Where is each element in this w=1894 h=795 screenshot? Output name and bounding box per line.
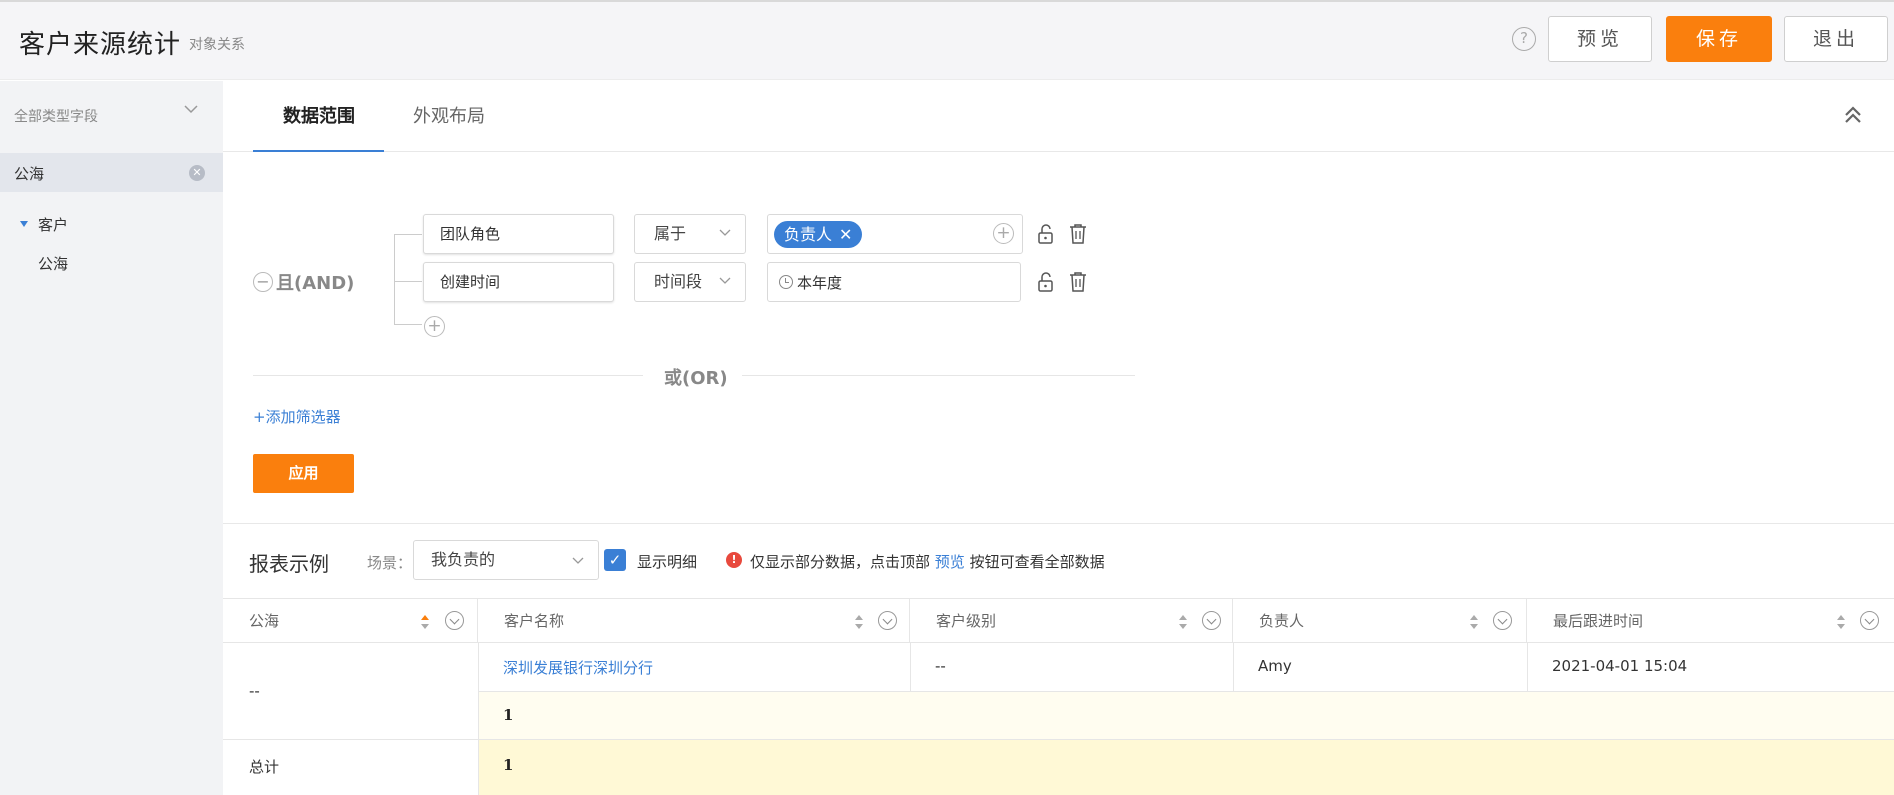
chevron-down-icon (719, 277, 731, 284)
column-menu-icon[interactable] (445, 611, 464, 630)
scene-label: 场景： (367, 554, 413, 572)
warning-icon: ! (726, 552, 742, 568)
sort-icon[interactable] (854, 614, 864, 630)
preview-button[interactable]: 预览 (1548, 16, 1652, 62)
notice-suffix: 按钮可查看全部数据 (969, 553, 1105, 571)
condition-value-input[interactable]: 本年度 (767, 262, 1021, 302)
column-header-public-pool[interactable]: 公海 (223, 598, 478, 643)
value-tag-label: 负责人 (784, 225, 833, 244)
total-row (478, 739, 1894, 795)
condition-field-select[interactable]: 创建时间 (423, 262, 614, 302)
remove-field-icon[interactable]: ✕ (189, 165, 205, 181)
tab-appearance-layout[interactable]: 外观布局 (413, 102, 485, 128)
sort-icon[interactable] (1836, 614, 1846, 630)
tabs-divider (223, 151, 1894, 152)
column-menu-icon[interactable] (1493, 611, 1512, 630)
sort-icon[interactable] (420, 614, 430, 630)
show-detail-checkbox[interactable]: ✓ (604, 549, 626, 571)
condition-operator-label: 属于 (654, 224, 687, 243)
column-menu-icon[interactable] (1860, 611, 1879, 630)
active-tab-indicator (253, 150, 384, 152)
sort-icon[interactable] (1469, 614, 1479, 630)
group-bracket-mid (394, 281, 422, 282)
total-value: 1 (503, 756, 514, 774)
apply-button[interactable]: 应用 (253, 454, 354, 493)
subtotal-value: 1 (503, 706, 514, 724)
trash-icon[interactable] (1068, 271, 1088, 293)
tree-node-public-pool[interactable]: 公海 (38, 253, 68, 274)
owner-cell: Amy (1258, 657, 1292, 675)
page-subtitle: 对象关系 (189, 37, 245, 53)
section-divider (223, 523, 1894, 524)
trash-icon[interactable] (1068, 223, 1088, 245)
exit-button[interactable]: 退出 (1784, 16, 1888, 62)
col-divider (910, 643, 911, 691)
tab-data-range[interactable]: 数据范围 (283, 102, 355, 128)
or-label: 或(OR) (664, 368, 728, 389)
column-header-last-follow[interactable]: 最后跟进时间 (1527, 598, 1894, 643)
column-header-label: 最后跟进时间 (1553, 612, 1644, 630)
report-title: 报表示例 (249, 552, 329, 576)
selected-field-label: 公海 (14, 165, 45, 183)
subtotal-row (478, 691, 1894, 739)
col-divider (478, 643, 479, 795)
condition-field-select[interactable]: 团队角色 (423, 214, 614, 254)
condition-value-input[interactable]: 负责人 ✕ + (767, 214, 1023, 254)
scene-select-value: 我负责的 (431, 550, 496, 569)
or-divider-right (742, 375, 1135, 376)
report-table: 公海 客户名称 客户级别 负责人 最后跟进时间 -- 深圳发展银行深圳分行 --… (223, 598, 1894, 795)
add-filter-link[interactable]: +添加筛选器 (253, 406, 341, 427)
add-value-icon[interactable]: + (993, 223, 1014, 244)
sort-icon[interactable] (1178, 614, 1188, 630)
condition-operator-select[interactable]: 属于 (634, 214, 746, 254)
row-divider (223, 739, 1894, 740)
or-divider-left (253, 375, 643, 376)
and-group-label: 且(AND) (276, 273, 355, 294)
chevron-down-icon (572, 557, 584, 564)
clock-icon (779, 275, 793, 289)
scene-select[interactable]: 我负责的 (413, 540, 599, 580)
customer-name-link[interactable]: 深圳发展银行深圳分行 (503, 657, 653, 678)
total-label: 总计 (249, 758, 280, 776)
chevron-down-icon (719, 229, 731, 236)
customer-level-cell: -- (935, 657, 946, 675)
row-divider (478, 691, 1894, 692)
field-type-select-label[interactable]: 全部类型字段 (14, 106, 98, 126)
column-header-customer-level[interactable]: 客户级别 (910, 598, 1233, 643)
double-chevron-up-icon[interactable] (1842, 104, 1864, 126)
show-detail-label[interactable]: 显示明细 (637, 551, 697, 572)
unlock-icon[interactable] (1036, 271, 1056, 293)
group-bracket (394, 234, 422, 325)
group-cell: -- (249, 682, 260, 700)
last-follow-cell: 2021-04-01 15:04 (1552, 657, 1688, 675)
help-icon[interactable]: ? (1512, 27, 1536, 51)
tree-node-customer[interactable]: 客户 (38, 214, 68, 235)
notice-prefix: 仅显示部分数据，点击顶部 (750, 553, 931, 571)
column-header-owner[interactable]: 负责人 (1233, 598, 1527, 643)
column-menu-icon[interactable] (878, 611, 897, 630)
value-tag: 负责人 ✕ (774, 221, 863, 248)
column-header-customer-name[interactable]: 客户名称 (478, 598, 910, 643)
remove-tag-icon[interactable]: ✕ (839, 225, 852, 244)
preview-notice: 仅显示部分数据，点击顶部 预览 按钮可查看全部数据 (750, 551, 1105, 572)
notice-preview-link[interactable]: 预览 (935, 553, 965, 571)
unlock-icon[interactable] (1036, 223, 1056, 245)
column-header-label: 公海 (249, 612, 280, 630)
chevron-down-icon[interactable] (184, 102, 198, 116)
condition-operator-select[interactable]: 时间段 (634, 262, 746, 302)
col-divider (1233, 643, 1234, 691)
col-divider (1527, 643, 1528, 691)
condition-operator-label: 时间段 (654, 272, 703, 291)
column-header-label: 客户级别 (936, 612, 997, 630)
caret-down-icon[interactable] (20, 221, 28, 227)
remove-group-icon[interactable]: − (253, 272, 273, 292)
save-button[interactable]: 保存 (1666, 16, 1772, 62)
column-header-label: 负责人 (1259, 612, 1305, 630)
add-condition-icon[interactable]: + (424, 316, 445, 337)
column-menu-icon[interactable] (1202, 611, 1221, 630)
page-title: 客户来源统计 (19, 30, 182, 60)
condition-value-text: 本年度 (797, 274, 843, 292)
column-header-label: 客户名称 (504, 612, 565, 630)
